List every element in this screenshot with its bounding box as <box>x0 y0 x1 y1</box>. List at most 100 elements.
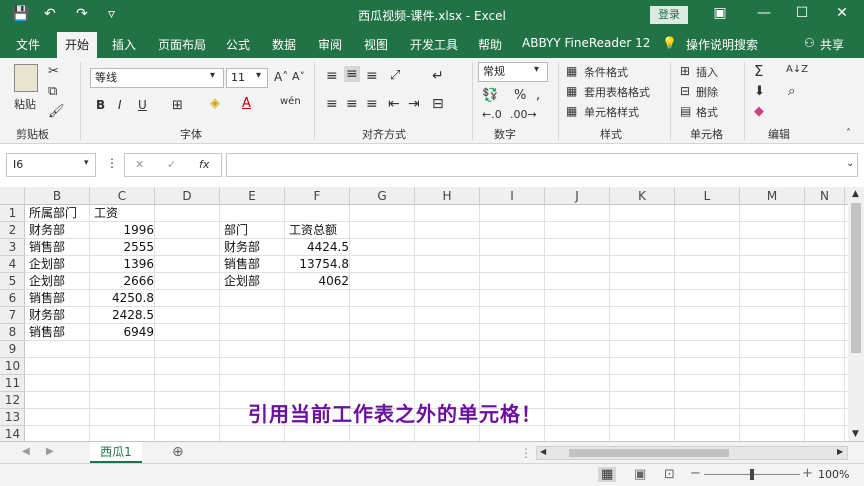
row-header[interactable]: 6 <box>0 290 25 307</box>
column-header[interactable]: C <box>90 187 155 205</box>
expand-formula-icon[interactable]: ⌄ <box>846 158 854 169</box>
ribbon-display-options-icon[interactable]: ▣ <box>710 5 730 21</box>
sheet-tab-active[interactable]: 西瓜1 <box>90 442 142 463</box>
cell-c2[interactable]: 1996 <box>92 222 156 239</box>
decrease-decimal-icon[interactable]: .00→ <box>510 108 537 121</box>
align-bottom-icon[interactable]: ≡ <box>366 68 378 84</box>
row-header[interactable]: 3 <box>0 239 25 256</box>
prev-sheet-icon[interactable]: ◀ <box>22 446 30 457</box>
underline-button[interactable]: U <box>138 98 147 112</box>
autosum-button[interactable]: Σ <box>754 62 763 80</box>
tab-data[interactable]: 数据 <box>272 36 296 53</box>
tab-help[interactable]: 帮助 <box>478 36 502 53</box>
row-header[interactable]: 14 <box>0 426 25 441</box>
cell-b3[interactable]: 销售部 <box>27 239 67 256</box>
cell-f2[interactable]: 工资总额 <box>287 222 339 239</box>
collapse-ribbon-icon[interactable]: ˄ <box>846 128 851 139</box>
find-select-button[interactable]: ⌕ <box>788 84 795 99</box>
align-left-icon[interactable]: ≡ <box>326 96 338 112</box>
next-sheet-icon[interactable]: ▶ <box>46 446 54 457</box>
tab-view[interactable]: 视图 <box>364 36 388 53</box>
insert-function-button[interactable]: fx <box>199 158 209 171</box>
tab-abbyy[interactable]: ABBYY FineReader 12 <box>522 36 650 50</box>
login-button[interactable]: 登录 <box>650 6 688 24</box>
column-header[interactable]: F <box>285 187 350 205</box>
delete-cells-button[interactable]: 删除 <box>696 84 718 100</box>
row-header[interactable]: 1 <box>0 205 25 222</box>
row-header[interactable]: 8 <box>0 324 25 341</box>
cell-e4[interactable]: 销售部 <box>222 256 262 273</box>
vertical-scroll-thumb[interactable] <box>851 203 861 353</box>
restore-button[interactable]: ☐ <box>792 5 812 21</box>
confirm-edit-button[interactable]: ✓ <box>167 158 176 171</box>
chevron-down-icon[interactable]: ▾ <box>256 70 261 81</box>
font-name-box[interactable]: 等线 <box>90 68 224 88</box>
zoom-level[interactable]: 100% <box>818 468 849 481</box>
cell-b6[interactable]: 销售部 <box>27 290 67 307</box>
vertical-scrollbar[interactable]: ▲ ▼ <box>848 187 864 441</box>
cell-c6[interactable]: 4250.8 <box>92 290 156 307</box>
format-cells-button[interactable]: 格式 <box>696 104 718 120</box>
cell-styles-button[interactable]: 单元格样式 <box>584 104 639 120</box>
currency-icon[interactable]: 💱 <box>482 88 498 103</box>
scroll-right-icon[interactable]: ▶ <box>837 447 843 456</box>
shrink-font-button[interactable]: A˅ <box>292 70 305 83</box>
font-size-box[interactable]: 11 <box>226 68 268 88</box>
fill-color-icon[interactable]: ◈ <box>210 96 220 111</box>
orientation-icon[interactable]: ⤢ <box>390 68 400 83</box>
copy-icon[interactable]: ⧉ <box>48 84 57 99</box>
page-break-view-icon[interactable]: ⊡ <box>664 467 675 482</box>
clipboard-icon[interactable] <box>14 64 38 92</box>
horizontal-scroll-thumb[interactable] <box>569 449 729 457</box>
row-header[interactable]: 12 <box>0 392 25 409</box>
row-header[interactable]: 7 <box>0 307 25 324</box>
decrease-indent-icon[interactable]: ⇤ <box>388 96 400 112</box>
formula-input[interactable] <box>226 153 858 177</box>
cell-b2[interactable]: 财务部 <box>27 222 67 239</box>
wrap-text-icon[interactable]: ↵ <box>432 68 444 84</box>
zoom-in-icon[interactable]: + <box>802 466 813 481</box>
merge-center-icon[interactable]: ⊟ <box>432 96 444 112</box>
column-header[interactable]: L <box>675 187 740 205</box>
percent-button[interactable]: % <box>514 88 526 103</box>
column-header[interactable]: K <box>610 187 675 205</box>
column-header[interactable]: H <box>415 187 480 205</box>
clear-icon[interactable]: ◆ <box>754 104 764 119</box>
chevron-down-icon[interactable]: ▾ <box>534 64 539 75</box>
cell-f5[interactable]: 4062 <box>287 273 351 290</box>
bold-button[interactable]: B <box>96 98 105 112</box>
column-header[interactable]: J <box>545 187 610 205</box>
chevron-down-icon[interactable]: ▾ <box>84 158 89 168</box>
column-header[interactable]: I <box>480 187 545 205</box>
column-header[interactable]: M <box>740 187 805 205</box>
scroll-left-icon[interactable]: ◀ <box>540 447 546 456</box>
borders-icon[interactable]: ⊞ <box>172 98 183 113</box>
cell-c4[interactable]: 1396 <box>92 256 156 273</box>
italic-button[interactable]: I <box>118 98 122 112</box>
tell-me-search[interactable]: 操作说明搜索 <box>686 36 758 53</box>
row-header[interactable]: 5 <box>0 273 25 290</box>
row-header[interactable]: 10 <box>0 358 25 375</box>
add-sheet-button[interactable]: ⊕ <box>172 444 184 460</box>
tab-developer[interactable]: 开发工具 <box>410 36 458 53</box>
insert-cells-button[interactable]: 插入 <box>696 64 718 80</box>
column-header[interactable]: E <box>220 187 285 205</box>
cell-b8[interactable]: 销售部 <box>27 324 67 341</box>
cell-e5[interactable]: 企划部 <box>222 273 262 290</box>
cell-f4[interactable]: 13754.8 <box>287 256 351 273</box>
cell-e3[interactable]: 财务部 <box>222 239 262 256</box>
comma-button[interactable]: , <box>536 88 540 103</box>
increase-decimal-icon[interactable]: ←.0 <box>482 108 502 121</box>
cancel-edit-button[interactable]: ✕ <box>135 158 144 171</box>
scroll-up-icon[interactable]: ▲ <box>852 189 859 199</box>
cell-c1[interactable]: 工资 <box>92 205 120 222</box>
row-header[interactable]: 11 <box>0 375 25 392</box>
paste-button[interactable]: 粘贴 <box>14 96 36 112</box>
tab-home[interactable]: 开始 <box>57 32 97 58</box>
page-layout-view-icon[interactable]: ▣ <box>634 467 646 482</box>
chevron-down-icon[interactable]: ▾ <box>210 70 215 81</box>
tab-formulas[interactable]: 公式 <box>226 36 250 53</box>
cell-c7[interactable]: 2428.5 <box>92 307 156 324</box>
scroll-down-icon[interactable]: ▼ <box>852 429 859 439</box>
align-top-icon[interactable]: ≡ <box>326 68 338 84</box>
